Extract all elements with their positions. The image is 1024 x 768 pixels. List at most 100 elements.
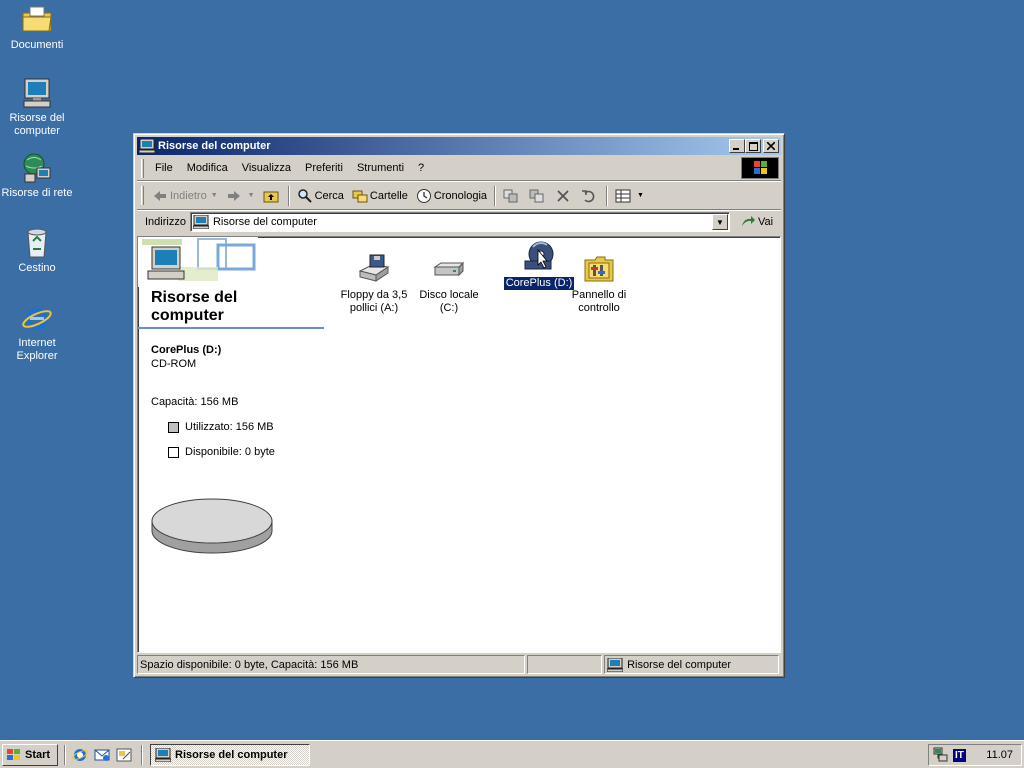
address-dropdown-button[interactable]: ▼: [711, 214, 728, 230]
cd-drive-icon: [523, 241, 555, 273]
chevron-down-icon[interactable]: ▼: [211, 192, 218, 199]
task-button-label: Risorse del computer: [175, 748, 288, 761]
chevron-down-icon[interactable]: ▼: [637, 192, 644, 199]
back-button[interactable]: Indietro ▼: [148, 185, 222, 207]
floppy-drive-icon: [358, 253, 390, 285]
quicklaunch-separator: [64, 744, 66, 765]
undo-button[interactable]: [577, 185, 603, 207]
folders-label: Cartelle: [369, 189, 408, 202]
back-label: Indietro: [170, 189, 207, 202]
address-label: Indirizzo: [145, 216, 186, 228]
copy-to-button[interactable]: [525, 185, 551, 207]
language-indicator[interactable]: IT: [953, 748, 966, 762]
menu-strumenti[interactable]: Strumenti: [350, 160, 411, 176]
selected-drive-type: CD-ROM: [151, 358, 197, 370]
selected-drive-name: CorePlus (D:): [151, 344, 222, 356]
internet-explorer-icon: [21, 302, 53, 334]
folder-icon: [21, 4, 53, 36]
desktop-icon-documenti[interactable]: Documenti: [0, 4, 74, 52]
panel-divider: [138, 327, 324, 329]
maximize-button[interactable]: [745, 139, 761, 153]
desktop-icon-risorse-di-rete[interactable]: Risorse di rete: [0, 152, 74, 200]
item-control-panel[interactable]: Pannello di controllo: [563, 253, 635, 315]
history-button[interactable]: Cronologia: [412, 185, 491, 207]
up-folder-button[interactable]: [259, 185, 285, 207]
menu-visualizza[interactable]: Visualizza: [235, 160, 298, 176]
item-local-disk[interactable]: Disco locale (C:): [413, 253, 485, 315]
network-icon: [21, 152, 53, 184]
panel-banner: [138, 237, 258, 290]
menu-modifica[interactable]: Modifica: [180, 160, 235, 176]
delete-icon: [555, 188, 571, 204]
address-input[interactable]: Risorse del computer ▼: [189, 212, 730, 232]
start-button[interactable]: Start: [2, 743, 58, 766]
control-panel-icon: [583, 253, 615, 285]
show-desktop-icon[interactable]: [116, 747, 132, 763]
chevron-down-icon: ▼: [716, 217, 724, 227]
used-legend: Utilizzato: 156 MB: [168, 421, 274, 433]
toolbar-grip[interactable]: [141, 186, 144, 205]
toolbar-grip[interactable]: [141, 158, 144, 178]
delete-button[interactable]: [551, 185, 577, 207]
move-to-icon: [503, 188, 519, 204]
minimize-button[interactable]: [729, 139, 745, 153]
used-swatch: [168, 421, 179, 433]
go-label: Vai: [757, 216, 774, 228]
window-title: Risorse del computer: [158, 140, 271, 152]
quicklaunch-separator: [141, 744, 143, 765]
windows-logo-icon: [6, 748, 22, 762]
clock[interactable]: 11.07: [986, 749, 1013, 761]
forward-arrow-icon: [226, 188, 242, 204]
history-label: Cronologia: [433, 189, 488, 202]
maximize-icon: [748, 141, 758, 151]
item-floppy[interactable]: Floppy da 3,5 pollici (A:): [338, 253, 410, 315]
computer-icon: [192, 214, 210, 230]
internet-explorer-icon[interactable]: [72, 747, 88, 763]
chevron-down-icon[interactable]: ▼: [248, 192, 255, 199]
copy-to-icon: [529, 188, 545, 204]
taskbar: Start Risorse del computer IT 11.07: [0, 740, 1024, 768]
folders-button[interactable]: Cartelle: [348, 185, 412, 207]
search-icon: [297, 188, 313, 204]
item-label: Pannello di controllo: [571, 289, 627, 314]
menu-file[interactable]: File: [148, 160, 180, 176]
undo-icon: [581, 188, 597, 204]
go-button[interactable]: Vai: [736, 214, 777, 230]
desktop-icon-cestino[interactable]: Cestino: [0, 227, 74, 275]
desktop-icon-label: Cestino: [18, 262, 56, 274]
desktop-icon-label: Internet Explorer: [16, 337, 58, 362]
used-label: Utilizzato: 156 MB: [185, 421, 274, 433]
status-location-label: Risorse del computer: [627, 658, 732, 671]
go-arrow-icon: [740, 214, 756, 230]
minimize-icon: [733, 148, 739, 150]
computer-icon: [21, 77, 53, 109]
history-icon: [416, 188, 432, 204]
search-button[interactable]: Cerca: [293, 185, 348, 207]
outlook-express-icon[interactable]: [94, 747, 110, 763]
back-arrow-icon: [152, 188, 168, 204]
explorer-window[interactable]: Risorse del computer File Modifica Visua…: [133, 133, 785, 678]
free-label: Disponibile: 0 byte: [185, 446, 275, 458]
desktop-icon-label: Documenti: [10, 39, 64, 51]
desktop-icon-risorse-del-computer[interactable]: Risorse del computer: [0, 77, 74, 138]
desktop-icon-internet-explorer[interactable]: Internet Explorer: [0, 302, 74, 363]
move-to-button[interactable]: [499, 185, 525, 207]
toolbar-separator: [606, 185, 609, 206]
menu-preferiti[interactable]: Preferiti: [298, 160, 350, 176]
close-button[interactable]: [763, 139, 779, 153]
title-bar[interactable]: Risorse del computer: [137, 137, 781, 155]
start-label: Start: [25, 748, 51, 761]
panel-title: Risorse del computer: [151, 289, 238, 324]
content-area[interactable]: Risorse del computer CorePlus (D:) CD-RO…: [137, 236, 781, 653]
menu-bar: File Modifica Visualizza Preferiti Strum…: [137, 156, 781, 181]
forward-button[interactable]: ▼: [222, 185, 259, 207]
task-button-risorse-del-computer[interactable]: Risorse del computer: [150, 743, 310, 766]
address-bar: Indirizzo Risorse del computer ▼ Vai: [137, 211, 781, 233]
views-button[interactable]: ▼: [611, 185, 648, 207]
address-value: Risorse del computer: [212, 216, 317, 228]
used-slice: [151, 498, 273, 544]
network-tray-icon[interactable]: [933, 747, 949, 763]
status-location: Risorse del computer: [604, 655, 779, 674]
menu-help[interactable]: ?: [411, 160, 431, 176]
system-tray: IT 11.07: [928, 744, 1022, 766]
